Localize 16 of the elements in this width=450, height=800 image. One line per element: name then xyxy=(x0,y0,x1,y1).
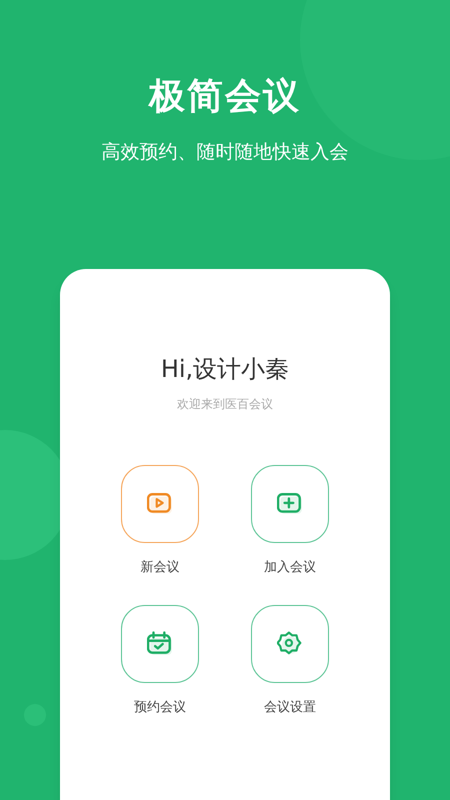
headline: 极简会议 xyxy=(149,75,301,119)
calendar-check-icon xyxy=(147,631,173,657)
action-label: 新会议 xyxy=(140,558,180,576)
action-label: 加入会议 xyxy=(264,558,316,576)
welcome-text: 欢迎来到医百会议 xyxy=(177,396,273,412)
action-tile[interactable] xyxy=(121,464,199,542)
action-label: 预约会议 xyxy=(134,699,186,717)
tagline: 高效预约、随时随地快速入会 xyxy=(102,140,348,165)
video-play-icon xyxy=(147,490,173,516)
action-label: 会议设置 xyxy=(264,699,316,717)
action-tile[interactable] xyxy=(251,464,329,542)
greeting: Hi,设计小秦 xyxy=(160,354,290,384)
action-tile[interactable] xyxy=(121,605,199,683)
plus-square-icon xyxy=(277,490,303,516)
gear-icon xyxy=(277,631,303,657)
action-tile[interactable] xyxy=(251,605,329,683)
